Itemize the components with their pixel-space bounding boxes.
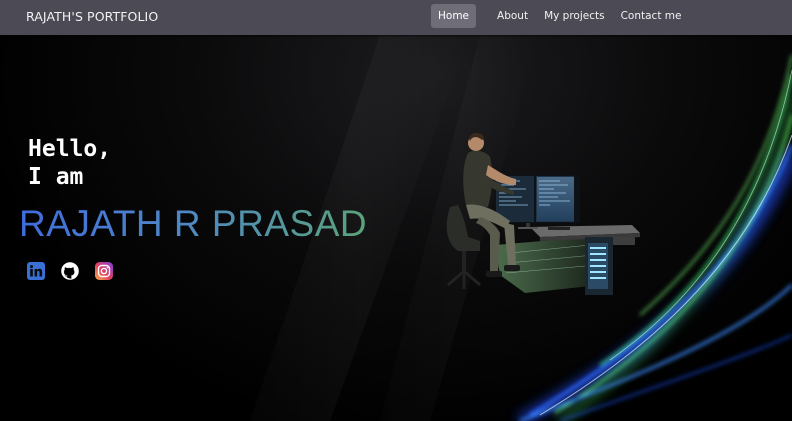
- greeting-line-2: I am: [28, 164, 84, 190]
- hero-name: RAJATH R PRASAD: [19, 203, 368, 244]
- linkedin-icon[interactable]: [27, 262, 45, 280]
- nav-my-projects[interactable]: My projects: [537, 4, 612, 28]
- developer-at-desk-illustration: [446, 132, 640, 295]
- instagram-icon[interactable]: [95, 262, 113, 280]
- hero-section: Hello, I am RAJATH R PRASAD: [0, 35, 792, 421]
- greeting-line-1: Hello,: [28, 136, 112, 162]
- social-links: [27, 262, 113, 280]
- nav-about[interactable]: About: [490, 4, 535, 28]
- nav-contact-me[interactable]: Contact me: [614, 4, 689, 28]
- navbar: RAJATH'S PORTFOLIO Home About My project…: [0, 0, 792, 35]
- nav-home[interactable]: Home: [431, 4, 477, 28]
- nav-links: Home About My projects Contact me: [431, 4, 688, 28]
- greeting: Hello, I am: [28, 135, 111, 191]
- brand-title[interactable]: RAJATH'S PORTFOLIO: [26, 9, 158, 24]
- github-icon[interactable]: [61, 262, 79, 280]
